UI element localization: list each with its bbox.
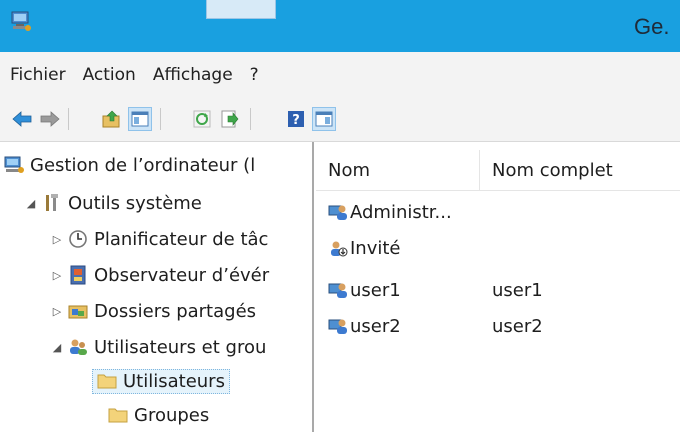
console-tree[interactable]: Gestion de l’ordinateur (l ◢ Outils syst… <box>0 142 314 432</box>
help-icon[interactable]: ? <box>284 107 308 131</box>
expand-arrow-icon[interactable]: ▷ <box>50 269 64 282</box>
tree-item-groups[interactable]: Groupes <box>108 400 209 430</box>
users-icon <box>68 337 88 357</box>
tree-item-local-users-groups[interactable]: ◢ Utilisateurs et grou <box>50 332 267 362</box>
tree-item-users[interactable]: Utilisateurs <box>92 366 230 396</box>
menu-fichier[interactable]: Fichier <box>10 65 66 85</box>
menu-affichage[interactable]: Affichage <box>153 65 233 85</box>
user-icon <box>328 283 347 298</box>
event-viewer-icon <box>68 265 88 285</box>
tree-item-task-scheduler[interactable]: ▷ Planificateur de tâc <box>50 224 269 254</box>
back-arrow-icon[interactable] <box>10 107 34 131</box>
toolbar: ? <box>0 98 680 142</box>
refresh-icon[interactable] <box>190 107 214 131</box>
user-icon <box>328 319 347 334</box>
list-item-user2[interactable]: user2 user2 <box>316 308 680 344</box>
shared-folder-icon <box>68 301 88 321</box>
user-disabled-icon <box>331 241 348 257</box>
menu-action[interactable]: Action <box>83 65 136 85</box>
tree-item-label: Outils système <box>68 192 202 214</box>
title-bar: Ge. <box>0 0 680 52</box>
toolbar-separator <box>250 108 251 130</box>
list-item-administrator[interactable]: Administr... <box>316 194 680 230</box>
export-list-icon[interactable] <box>218 107 242 131</box>
tree-item-label: Utilisateurs <box>123 370 225 392</box>
tree-item-label: Planificateur de tâc <box>94 228 269 250</box>
list-header: Nom Nom complet <box>316 150 680 191</box>
tree-item-label: Utilisateurs et grou <box>94 336 267 358</box>
collapse-arrow-icon[interactable]: ◢ <box>24 197 38 210</box>
folder-icon <box>97 371 117 391</box>
tree-item-computer-management[interactable]: Gestion de l’ordinateur (l <box>4 150 255 180</box>
action-pane-icon[interactable] <box>312 107 336 131</box>
list-item-user1[interactable]: user1 user1 <box>316 272 680 308</box>
toolbar-separator <box>160 108 161 130</box>
expand-arrow-icon[interactable]: ▷ <box>50 233 64 246</box>
tree-item-label: Gestion de l’ordinateur (l <box>30 154 256 176</box>
toolbar-separator <box>68 108 69 130</box>
svg-text:?: ? <box>292 113 300 128</box>
results-list[interactable]: Nom Nom complet Administr... Invité user… <box>316 142 680 432</box>
tree-item-label: Groupes <box>134 404 210 426</box>
clock-icon <box>68 229 88 249</box>
window-tab[interactable] <box>206 0 276 19</box>
menu-help[interactable]: ? <box>250 65 259 85</box>
user-name-cell: user2 <box>328 308 401 344</box>
tree-item-shared-folders[interactable]: ▷ Dossiers partagés <box>50 296 256 326</box>
menu-bar: Fichier Action Affichage ? <box>0 52 680 98</box>
user-fullname-cell: user2 <box>492 315 543 337</box>
user-icon <box>328 205 347 220</box>
tree-item-system-tools[interactable]: ◢ Outils système <box>24 188 202 218</box>
expand-arrow-icon[interactable]: ▷ <box>50 305 64 318</box>
folder-icon <box>108 405 128 425</box>
collapse-arrow-icon[interactable]: ◢ <box>50 341 64 354</box>
user-fullname-cell: user1 <box>492 279 543 301</box>
show-hide-tree-icon[interactable] <box>128 107 152 131</box>
up-folder-icon[interactable] <box>100 107 124 131</box>
column-header-name[interactable]: Nom <box>316 150 480 190</box>
list-item-guest[interactable]: Invité <box>316 230 680 266</box>
user-name-cell: user1 <box>328 272 401 308</box>
tools-icon <box>42 193 62 213</box>
tree-item-event-viewer[interactable]: ▷ Observateur d’évér <box>50 260 269 290</box>
tree-item-label: Dossiers partagés <box>94 300 257 322</box>
computer-management-app-icon[interactable] <box>10 10 32 32</box>
forward-arrow-icon[interactable] <box>38 107 62 131</box>
user-name-cell: Invité <box>328 230 401 266</box>
computer-icon <box>4 155 24 175</box>
tree-item-label: Observateur d’évér <box>94 264 270 286</box>
user-name-cell: Administr... <box>328 194 452 230</box>
column-header-full-name[interactable]: Nom complet <box>480 150 680 190</box>
window-title: Ge. <box>634 14 670 39</box>
